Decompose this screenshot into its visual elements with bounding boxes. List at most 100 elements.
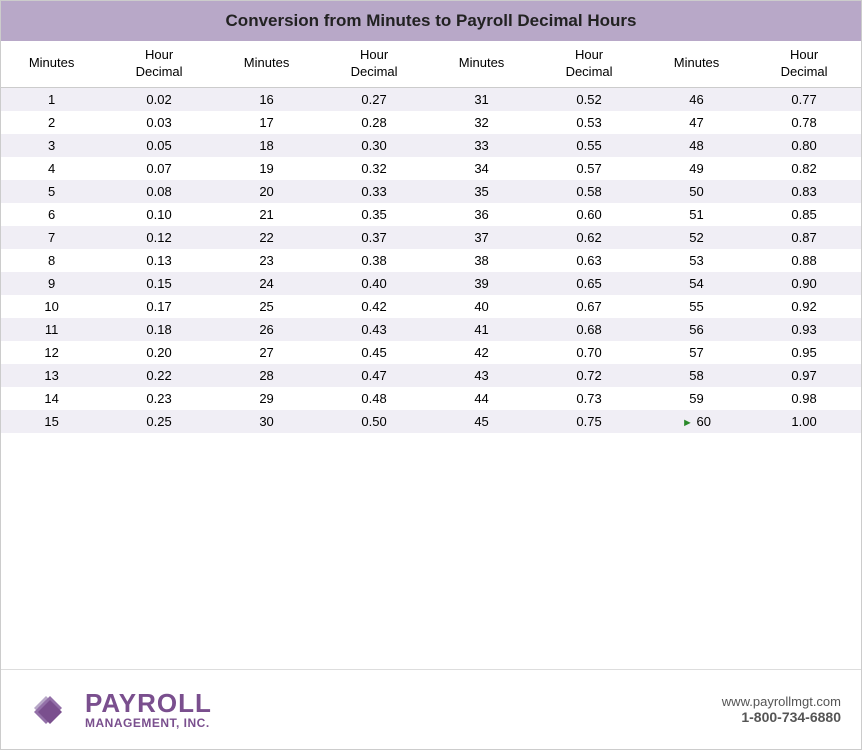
table-cell: 0.18 [102,318,216,341]
table-cell: 14 [1,387,102,410]
table-cell: 0.05 [102,134,216,157]
table-row: 70.12220.37370.62520.87 [1,226,861,249]
table-cell: 0.30 [317,134,431,157]
table-cell: 0.90 [747,272,861,295]
table-cell: 0.87 [747,226,861,249]
table-cell: 50 [646,180,747,203]
table-cell: 0.82 [747,157,861,180]
table-cell: 4 [1,157,102,180]
table-container: Minutes HourDecimal Minutes HourDecimal … [1,41,861,669]
table-cell: 0.32 [317,157,431,180]
phone-text: 1-800-734-6880 [722,709,841,725]
table-row: 140.23290.48440.73590.98 [1,387,861,410]
table-cell: 29 [216,387,317,410]
logo-management-text: MANAGEMENT, INC. [85,716,212,730]
table-cell: 47 [646,111,747,134]
table-cell: 0.37 [317,226,431,249]
table-cell: 0.28 [317,111,431,134]
table-cell: 0.22 [102,364,216,387]
table-cell: 0.88 [747,249,861,272]
table-row: 80.13230.38380.63530.88 [1,249,861,272]
table-cell: 55 [646,295,747,318]
col-header-dec4: HourDecimal [747,41,861,87]
table-body: 10.02160.27310.52460.7720.03170.28320.53… [1,87,861,433]
table-cell: 0.17 [102,295,216,318]
table-cell: 0.25 [102,410,216,433]
table-cell: 27 [216,341,317,364]
table-cell: 23 [216,249,317,272]
logo-payroll-text: PAYROLL [85,690,212,716]
table-cell: 0.53 [532,111,646,134]
table-cell: 0.92 [747,295,861,318]
table-cell: 36 [431,203,532,226]
table-cell: 53 [646,249,747,272]
page-wrapper: Conversion from Minutes to Payroll Decim… [0,0,862,750]
table-cell: 0.35 [317,203,431,226]
table-cell: 0.52 [532,87,646,111]
table-cell: 59 [646,387,747,410]
table-cell: 0.12 [102,226,216,249]
table-cell: 13 [1,364,102,387]
table-cell: 0.23 [102,387,216,410]
table-cell: 0.63 [532,249,646,272]
table-cell: 52 [646,226,747,249]
table-cell: 0.57 [532,157,646,180]
table-cell: 0.13 [102,249,216,272]
table-cell: 0.85 [747,203,861,226]
table-cell: 41 [431,318,532,341]
table-cell: 32 [431,111,532,134]
table-row: 30.05180.30330.55480.80 [1,134,861,157]
table-cell: 0.50 [317,410,431,433]
table-cell: 0.02 [102,87,216,111]
conversion-table: Minutes HourDecimal Minutes HourDecimal … [1,41,861,433]
table-cell: 0.73 [532,387,646,410]
table-cell: 19 [216,157,317,180]
logo-text: PAYROLL MANAGEMENT, INC. [85,690,212,730]
footer: PAYROLL MANAGEMENT, INC. www.payrollmgt.… [1,669,861,749]
table-cell: 38 [431,249,532,272]
table-cell: 0.38 [317,249,431,272]
table-row: 120.20270.45420.70570.95 [1,341,861,364]
table-cell: 0.65 [532,272,646,295]
table-row: 90.15240.40390.65540.90 [1,272,861,295]
table-cell: 57 [646,341,747,364]
table-cell: 0.83 [747,180,861,203]
table-cell: 0.45 [317,341,431,364]
table-cell: 33 [431,134,532,157]
table-cell: 0.03 [102,111,216,134]
table-cell: 0.75 [532,410,646,433]
table-cell: 48 [646,134,747,157]
table-cell: 0.60 [532,203,646,226]
page-title: Conversion from Minutes to Payroll Decim… [1,1,861,41]
table-cell: 3 [1,134,102,157]
col-header-min1: Minutes [1,41,102,87]
table-cell: 0.78 [747,111,861,134]
table-row: 110.18260.43410.68560.93 [1,318,861,341]
table-cell: 0.80 [747,134,861,157]
table-cell: 0.42 [317,295,431,318]
table-cell: 15 [1,410,102,433]
table-cell: 21 [216,203,317,226]
table-cell: 54 [646,272,747,295]
table-cell: 26 [216,318,317,341]
table-cell: 0.33 [317,180,431,203]
contact-info: www.payrollmgt.com 1-800-734-6880 [722,694,841,725]
table-cell: 49 [646,157,747,180]
table-cell: 45 [431,410,532,433]
col-header-min3: Minutes [431,41,532,87]
table-cell: 22 [216,226,317,249]
table-cell: 10 [1,295,102,318]
table-cell: 58 [646,364,747,387]
table-cell: ► 60 [646,410,747,433]
table-row: 150.25300.50450.75► 601.00 [1,410,861,433]
table-cell: 44 [431,387,532,410]
table-cell: 0.40 [317,272,431,295]
table-cell: 0.97 [747,364,861,387]
table-cell: 0.07 [102,157,216,180]
table-cell: 0.67 [532,295,646,318]
col-header-dec2: HourDecimal [317,41,431,87]
table-row: 20.03170.28320.53470.78 [1,111,861,134]
table-cell: 28 [216,364,317,387]
table-cell: 0.10 [102,203,216,226]
table-cell: 0.62 [532,226,646,249]
